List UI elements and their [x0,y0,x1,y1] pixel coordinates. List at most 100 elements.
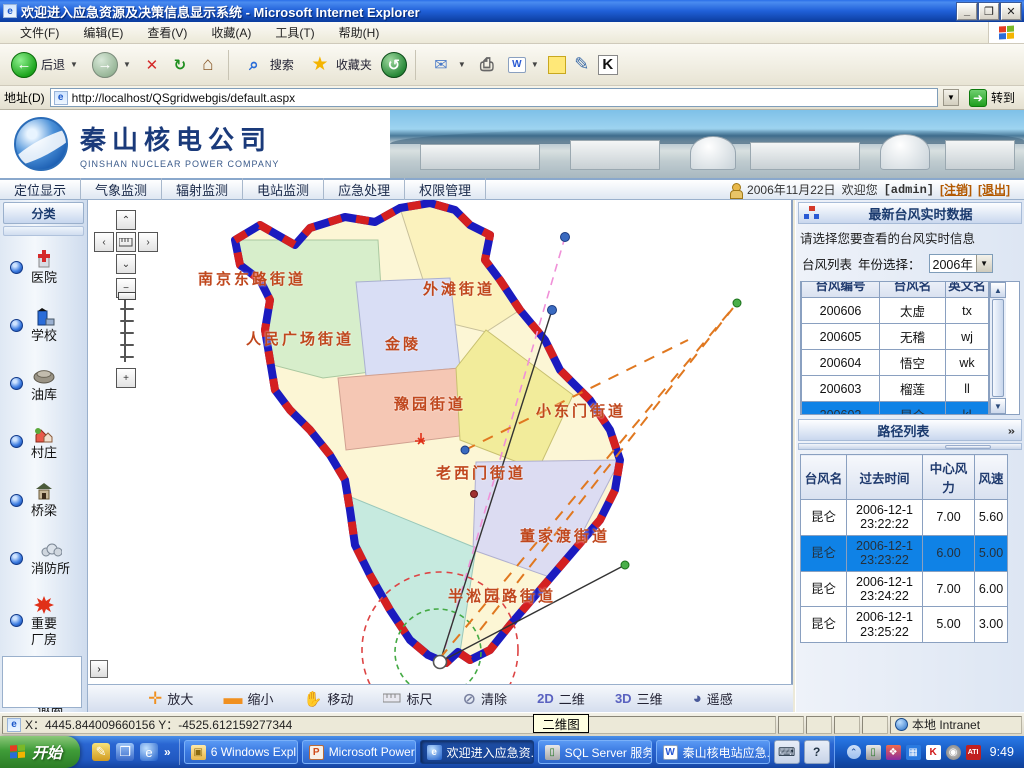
pan-button[interactable]: ✋ 移动 [304,689,354,708]
tab-plant-monitoring[interactable]: 电站监测 [243,178,324,201]
zoom-slider[interactable] [124,296,132,362]
tray-messenger-icon[interactable]: ❖ [886,745,901,760]
search-button[interactable]: ⌕ 搜索 [237,51,299,79]
district-map[interactable] [88,200,793,684]
table-row[interactable]: 昆仑2006-12-1 23:24:227.006.00 [801,571,1008,607]
menu-edit[interactable]: 编辑(E) [71,21,135,44]
tab-positioning-display[interactable]: 定位显示 [0,178,81,201]
forward-button[interactable]: → ▼ [87,50,136,80]
logout-link[interactable]: [注销] [940,181,972,198]
tab-permission-management[interactable]: 权限管理 [405,178,486,201]
quicklaunch-ie-icon[interactable]: e [140,743,158,761]
back-dropdown-icon[interactable]: ▼ [70,60,78,69]
table-row-selected[interactable]: 200602昆仑kl [802,402,989,415]
menu-help[interactable]: 帮助(H) [327,21,392,44]
menu-favorites[interactable]: 收藏(A) [199,21,263,44]
print-icon[interactable]: ⎙ [475,53,499,77]
tab-weather-monitoring[interactable]: 气象监测 [81,178,162,201]
map-area[interactable]: 南京东路街道 外滩街道 人民广场街道 金陵 豫园街道 小东门街道 老西门街道 董… [88,200,793,712]
table-row[interactable]: 200606太虚tx [802,298,989,324]
minimize-button[interactable]: _ [957,3,977,20]
forward-dropdown-icon[interactable]: ▼ [123,60,131,69]
tray-ati-icon[interactable]: ATI [966,745,981,760]
tab-radiation-monitoring[interactable]: 辐射监测 [162,178,243,201]
sidebar-item-school[interactable]: 学校 [0,296,87,354]
quill-icon[interactable]: ✎ [570,53,594,77]
close-button[interactable]: ✕ [1001,3,1021,20]
sidebar-item-oil-depot[interactable]: 油库 [0,355,87,413]
typhoon-center-point[interactable] [434,656,447,669]
view-2d-button[interactable]: 2D 二维 [537,689,585,708]
zoom-slider-handle[interactable] [118,292,136,300]
address-input[interactable]: e http://localhost/QSgridwebgis/default.… [50,88,938,107]
task-powerpoint[interactable]: P Microsoft PowerP... [302,740,416,764]
path-point-green[interactable] [733,299,741,307]
zoom-in-step-button[interactable]: + [116,368,136,388]
clear-button[interactable]: ⊘ 清除 [463,689,507,709]
stop-icon[interactable]: ✕ [140,53,164,77]
pan-down-button[interactable]: ⌄ [116,254,136,274]
exit-link[interactable]: [退出] [978,181,1010,198]
word-dropdown-icon[interactable]: ▼ [531,60,539,69]
favorites-button[interactable]: ★ 收藏夹 [303,51,377,79]
zoom-out-button[interactable]: ▬ 缩小 [224,688,274,710]
splitter-grip[interactable] [945,445,991,449]
home-icon[interactable]: ⌂ [196,53,220,77]
language-bar-keyboard-button[interactable]: ⌨ [774,740,800,764]
pan-right-button[interactable]: › [138,232,158,252]
start-button[interactable]: 开始 [0,736,80,768]
year-select[interactable]: 2006年 ▼ [929,254,993,273]
remote-sensing-button[interactable]: ◕ 遥感 [693,689,733,708]
edit-with-word-button[interactable]: W ▼ [503,55,544,75]
table-scrollbar[interactable]: ▲ ▼ [989,282,1006,414]
view-3d-button[interactable]: 3D 三维 [615,689,663,708]
history-icon[interactable]: ↺ [381,52,407,78]
task-word-document[interactable]: W 秦山核电站应急... [656,740,770,764]
sidebar-item-hospital[interactable]: 医院 [0,238,87,296]
scroll-thumb[interactable] [992,299,1004,397]
sidebar-item-important-plant[interactable]: 重要 厂房 [0,588,87,659]
ruler-button[interactable]: 标尺 [383,689,432,708]
kaspersky-icon[interactable]: K [598,55,618,75]
mail-button[interactable]: ✉ ▼ [424,51,471,79]
menu-tools[interactable]: 工具(T) [263,21,326,44]
quicklaunch-overflow-icon[interactable]: » [164,745,171,759]
quicklaunch-pen-icon[interactable]: ✎ [92,743,110,761]
pan-up-button[interactable]: ⌃ [116,210,136,230]
table-row[interactable]: 昆仑2006-12-1 23:25:225.003.00 [801,607,1008,643]
table-row[interactable]: 200603榴莲ll [802,376,989,402]
panel-splitter[interactable] [798,443,1022,450]
address-dropdown-icon[interactable]: ▼ [943,89,959,106]
tray-expand-icon[interactable]: ⌃ [847,745,861,759]
menu-file[interactable]: 文件(F) [8,21,71,44]
path-point-blue[interactable] [548,306,557,315]
task-ie-active[interactable]: e 欢迎进入应急资... [420,740,534,764]
sidebar-item-bridge[interactable]: 桥梁 [0,471,87,529]
task-sql-server[interactable]: ▯ SQL Server 服务... [538,740,652,764]
tray-kaspersky-icon[interactable]: K [926,745,941,760]
tray-volume-icon[interactable]: ◉ [946,745,961,760]
pan-left-button[interactable]: ‹ [94,232,114,252]
full-extent-button[interactable] [116,232,136,252]
notes-icon[interactable] [548,56,566,74]
collapse-chevron-icon[interactable]: » [1008,424,1013,436]
back-button[interactable]: ← 后退 ▼ [6,50,83,80]
table-row-selected[interactable]: 昆仑2006-12-1 23:23:226.005.00 [801,535,1008,571]
mail-dropdown-icon[interactable]: ▼ [458,60,466,69]
menu-view[interactable]: 查看(V) [135,21,199,44]
quicklaunch-desktop-icon[interactable]: ❒ [116,743,134,761]
path-point-blue[interactable] [561,233,570,242]
language-bar-help-button[interactable]: ? [804,740,830,764]
scroll-up-icon[interactable]: ▲ [990,282,1006,298]
tab-emergency-handling[interactable]: 应急处理 [324,178,405,201]
sidebar-item-village[interactable]: 村庄 [0,413,87,471]
go-button[interactable]: ➜ 转到 [964,88,1020,108]
table-row[interactable]: 200604悟空wk [802,350,989,376]
restore-button[interactable]: ❐ [979,3,999,20]
path-point-blue[interactable] [461,446,469,454]
scroll-down-icon[interactable]: ▼ [990,398,1006,414]
tray-grid-icon[interactable]: ▦ [906,745,921,760]
task-windows-explorer-group[interactable]: ▣ 6 Windows Expl... ▼ [184,740,298,764]
table-row[interactable]: 昆仑2006-12-1 23:22:227.005.60 [801,500,1008,536]
tray-sql-icon[interactable]: ▯ [866,745,881,760]
